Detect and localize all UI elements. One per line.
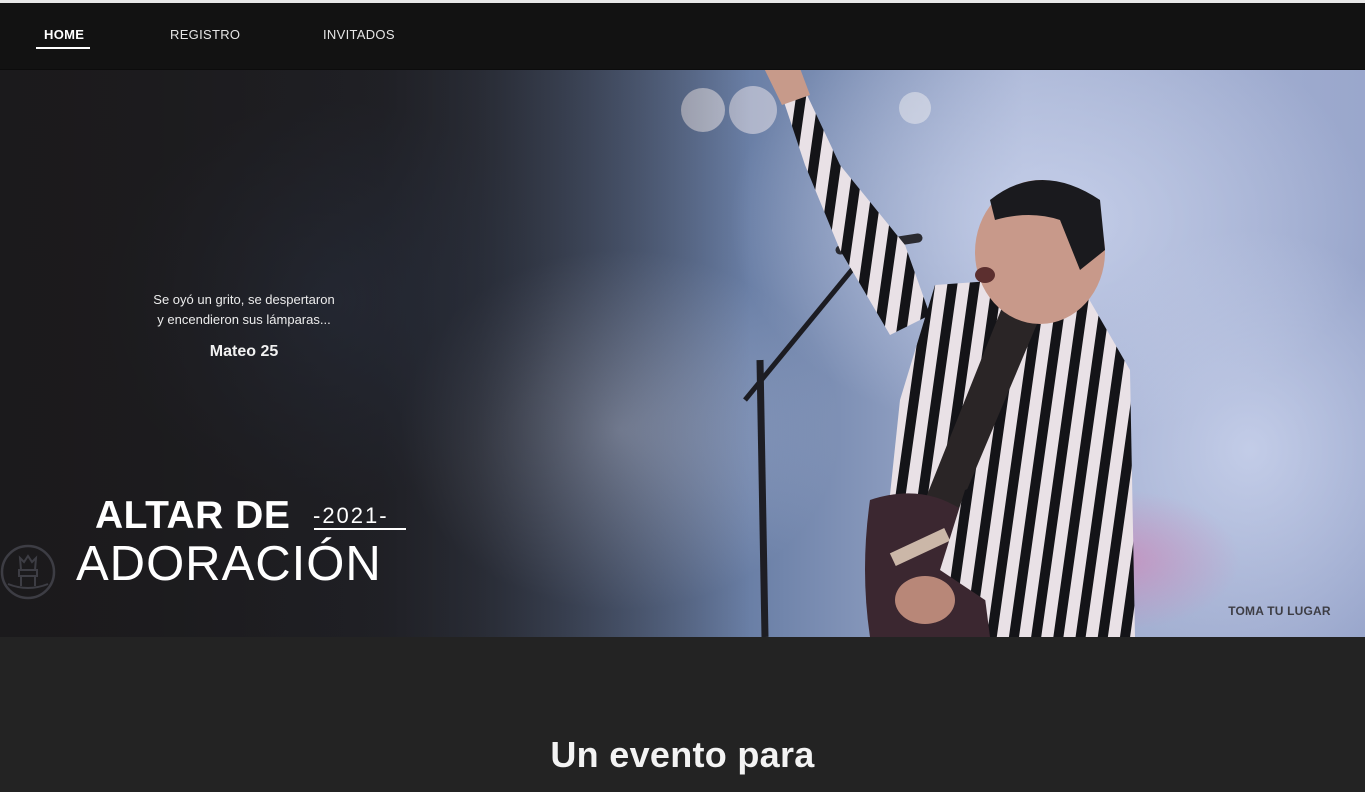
event-title-line1: ALTAR DE (95, 494, 291, 537)
hero-banner: Se oyó un grito, se despertaron y encend… (0, 70, 1365, 637)
event-title-year: -2021- (313, 503, 389, 528)
nav-item-home[interactable]: HOME (44, 27, 84, 42)
hero-quote-line2: y encendieron sus lámparas... (157, 312, 331, 327)
event-title-line2: ADORACIÓN (76, 537, 382, 591)
event-year-underline (314, 528, 406, 530)
nav-active-underline (36, 47, 90, 49)
hero-quote-reference: Mateo 25 (209, 343, 279, 360)
nav-item-registro[interactable]: REGISTRO (170, 27, 240, 42)
main-navbar: HOME REGISTRO INVITADOS (0, 3, 1365, 70)
hero-quote-line1: Se oyó un grito, se despertaron (153, 292, 335, 307)
logo-caption: TOMA TU LUGAR (1228, 604, 1331, 618)
nav-item-invitados[interactable]: INVITADOS (323, 27, 395, 42)
section-heading: Un evento para (550, 734, 815, 775)
throne-icon (0, 544, 56, 600)
